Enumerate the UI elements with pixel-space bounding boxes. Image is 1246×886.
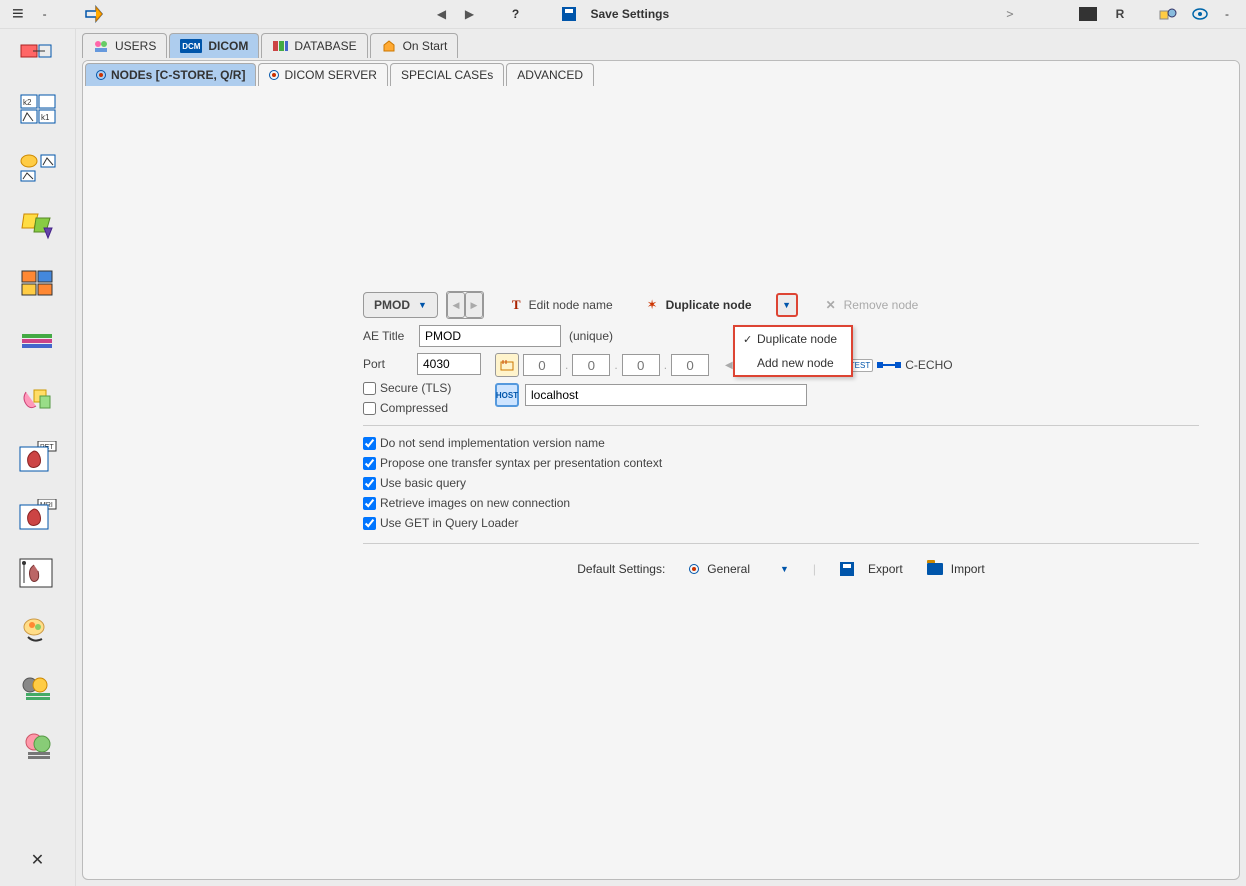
host-input[interactable] (525, 384, 807, 406)
target-icon (269, 70, 279, 80)
ip-input-2[interactable] (572, 354, 610, 376)
dropdown-item-add[interactable]: Add new node (735, 351, 851, 375)
users-icon (93, 39, 109, 53)
general-select[interactable]: General ▼ (689, 562, 789, 576)
subtab-special[interactable]: SPECIAL CASEs (390, 63, 504, 86)
chevron-down-icon: ▼ (418, 300, 427, 310)
chevron-down-icon: ▼ (780, 564, 789, 574)
svg-text:k1: k1 (41, 113, 50, 122)
eye-icon[interactable] (1190, 4, 1210, 24)
ip-input-3[interactable] (622, 354, 660, 376)
ae-unique-label: (unique) (569, 329, 613, 343)
opt-transfer-syntax[interactable]: Propose one transfer syntax per presenta… (363, 456, 662, 470)
r-label[interactable]: R (1110, 4, 1130, 24)
subtab-nodes[interactable]: NODEs [C-STORE, Q/R] (85, 63, 256, 86)
import-button[interactable]: Import (927, 562, 985, 576)
divider (363, 425, 1199, 426)
sidebar-icon-9[interactable] (17, 555, 59, 591)
edit-node-name[interactable]: Edit node name (529, 298, 613, 312)
dcm-icon: DCM (180, 39, 202, 53)
sidebar-icon-mri[interactable]: MRI (17, 497, 59, 533)
sidebar-icon-12[interactable] (17, 729, 59, 765)
target-icon (689, 564, 699, 574)
ip-input-1[interactable] (523, 354, 561, 376)
port-input[interactable] (417, 353, 481, 375)
prev-button[interactable]: ◀ (430, 3, 452, 25)
onstart-icon (381, 39, 397, 53)
x-icon: ✕ (826, 298, 836, 312)
forward-icon[interactable] (82, 2, 106, 26)
dropdown-menu: ✓Duplicate node Add new node (733, 325, 853, 377)
node-select[interactable]: PMOD ▼ (363, 292, 438, 318)
host-button[interactable]: HOST (495, 383, 519, 407)
sidebar-icon-1[interactable] (17, 33, 59, 69)
sidebar-icon-10[interactable] (17, 613, 59, 649)
ip-tool-button[interactable] (495, 353, 519, 377)
subtab-server[interactable]: DICOM SERVER (258, 63, 387, 86)
floppy-icon (562, 7, 576, 21)
menu-button[interactable]: ≡ (8, 1, 28, 28)
plugin-icon[interactable] (1158, 4, 1178, 24)
tab-dicom[interactable]: DCM DICOM (169, 33, 259, 58)
opt-use-get[interactable]: Use GET in Query Loader (363, 516, 519, 530)
export-button[interactable]: Export (840, 562, 903, 576)
top-toolbar: ≡ - ◀ ▶ ? Save Settings > R - (0, 0, 1246, 29)
sidebar-icon-5[interactable] (17, 265, 59, 301)
default-settings-label: Default Settings: (577, 562, 665, 576)
node-next[interactable]: ▶ (465, 292, 483, 318)
subtab-advanced[interactable]: ADVANCED (506, 63, 594, 86)
text-icon: T (512, 297, 521, 313)
sidebar-icon-4[interactable] (17, 207, 59, 243)
main-tabs: USERS DCM DICOM DATABASE On Start (82, 33, 1240, 58)
save-settings-button[interactable]: Save Settings (562, 7, 669, 21)
port-label: Port (363, 357, 411, 371)
tab-database[interactable]: DATABASE (261, 33, 367, 58)
sidebar-icon-7[interactable] (17, 381, 59, 417)
duplicate-node[interactable]: Duplicate node (666, 298, 752, 312)
sidebar-icon-3[interactable] (17, 149, 59, 185)
sidebar-icon-pet[interactable]: PET (17, 439, 59, 475)
sidebar: k2 k1 PET MRI ✕ (0, 29, 76, 886)
ae-title-input[interactable] (419, 325, 561, 347)
ip-input-4[interactable] (671, 354, 709, 376)
opt-basic-query[interactable]: Use basic query (363, 476, 466, 490)
ae-title-label: AE Title (363, 329, 411, 343)
close-button[interactable]: ✕ (17, 842, 59, 878)
tab-onstart[interactable]: On Start (370, 33, 459, 58)
dropdown-item-duplicate[interactable]: ✓Duplicate node (735, 327, 851, 351)
opt-retrieve-new-conn[interactable]: Retrieve images on new connection (363, 496, 570, 510)
secure-checkbox[interactable]: Secure (TLS) (363, 381, 481, 395)
svg-text:k2: k2 (23, 98, 32, 107)
console-prompt[interactable]: > (1000, 4, 1020, 24)
divider (363, 543, 1199, 544)
database-icon (272, 39, 288, 53)
sidebar-icon-6[interactable] (17, 323, 59, 359)
remove-node: Remove node (844, 298, 919, 312)
main-panel: NODEs [C-STORE, Q/R] DICOM SERVER SPECIA… (82, 60, 1240, 880)
target-icon (96, 70, 106, 80)
help-button[interactable]: ? (504, 3, 526, 25)
sparkle-icon: ✶ (647, 297, 658, 313)
folder-icon (927, 563, 943, 575)
node-prev[interactable]: ◀ (447, 292, 465, 318)
sidebar-icon-2[interactable]: k2 k1 (17, 91, 59, 127)
connector-icon (877, 360, 901, 370)
triangle-left-icon: ◀ (725, 360, 733, 371)
sidebar-icon-11[interactable] (17, 671, 59, 707)
opt-impl-version[interactable]: Do not send implementation version name (363, 436, 605, 450)
floppy-icon (840, 562, 854, 576)
c-echo-button[interactable]: C-ECHO (905, 358, 952, 372)
duplicate-dropdown-button[interactable]: ▼ (776, 293, 798, 317)
minimize-button[interactable]: - (34, 3, 56, 25)
sub-tabs: NODEs [C-STORE, Q/R] DICOM SERVER SPECIA… (83, 61, 1239, 86)
tab-users[interactable]: USERS (82, 33, 167, 58)
minimize2-button[interactable]: - (1216, 3, 1238, 25)
next-button[interactable]: ▶ (458, 3, 480, 25)
terminal-icon[interactable] (1078, 4, 1098, 24)
compressed-checkbox[interactable]: Compressed (363, 401, 481, 415)
